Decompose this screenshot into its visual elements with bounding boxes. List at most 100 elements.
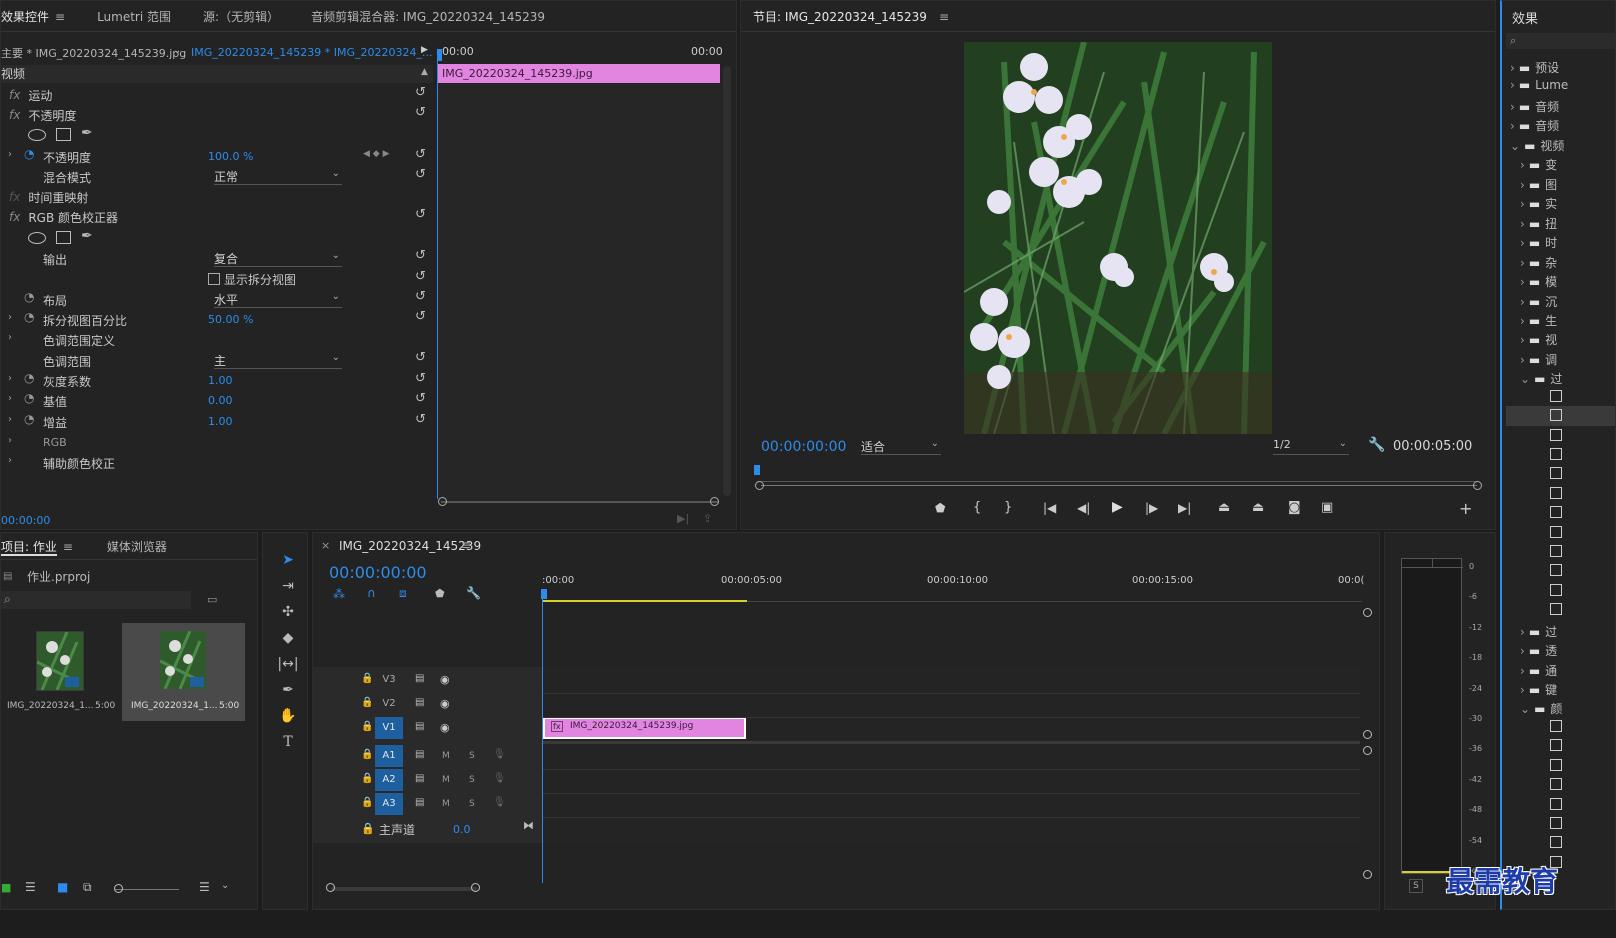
effect-preset-icon[interactable] (1550, 545, 1562, 557)
play-icon[interactable]: ▶ (1112, 499, 1123, 515)
selection-tool-icon[interactable]: ➤ (277, 549, 299, 571)
hscroll-handle-left[interactable] (326, 883, 335, 892)
stopwatch-icon[interactable]: ◔ (24, 371, 34, 385)
tab-source[interactable]: 源:（无剪辑） (191, 8, 291, 25)
add-marker-icon[interactable]: ⬟ (935, 501, 945, 515)
output-dropdown[interactable]: 复合 ⌄ (214, 250, 342, 267)
effects-folder-item[interactable]: ⌄ ▬ 过 (1520, 370, 1562, 387)
reset-icon[interactable]: ↺ (415, 412, 426, 427)
sync-lock-icon[interactable]: ▤ (415, 697, 424, 708)
program-scrub-ruler[interactable] (757, 467, 1477, 482)
chevron-right-icon[interactable]: › (8, 393, 12, 404)
lift-icon[interactable]: ⏏ (1218, 500, 1230, 515)
pen-mask-icon[interactable]: ✒ (81, 228, 93, 244)
effect-preset-icon[interactable] (1550, 720, 1562, 732)
effects-folder-item[interactable]: › ▬ 模 (1520, 273, 1557, 290)
lock-icon[interactable]: 🔒 (361, 673, 373, 684)
vertical-scroll-handle-bottom[interactable] (1363, 730, 1372, 739)
track-target-v3[interactable]: V3 (375, 669, 403, 691)
mute-button[interactable]: M (442, 751, 450, 761)
eye-icon[interactable]: ◉ (440, 721, 450, 734)
add-button-icon[interactable]: + (1459, 499, 1472, 518)
chevron-right-icon[interactable]: › (8, 312, 12, 323)
scroll-handle-left[interactable] (438, 497, 447, 506)
zoom-handle-left[interactable] (755, 481, 764, 490)
lock-icon[interactable]: ■ (1, 881, 11, 894)
effects-folder-item[interactable]: › ▬ 视 (1520, 331, 1557, 348)
effect-preset-icon[interactable] (1550, 759, 1562, 771)
solo-button[interactable]: S (469, 799, 475, 809)
effect-preset-icon[interactable] (1550, 836, 1562, 848)
icon-view-icon[interactable]: ■ (57, 880, 68, 894)
reset-icon[interactable]: ↺ (415, 207, 426, 222)
gamma-value[interactable]: 1.00 (208, 374, 233, 387)
horizontal-scrollbar[interactable] (331, 887, 477, 891)
rectangle-mask-icon[interactable] (56, 231, 71, 244)
settings-wrench-icon[interactable]: 🔧 (466, 586, 481, 600)
panel-menu-icon[interactable]: ≡ (939, 10, 949, 24)
reset-icon[interactable]: ↺ (415, 85, 426, 100)
tab-media-browser[interactable]: 媒体浏览器 (95, 538, 179, 555)
vertical-scroll-handle-top[interactable] (1363, 608, 1372, 617)
list-view-icon[interactable]: ☰ (25, 880, 36, 894)
effects-folder-item[interactable]: › ▬ 沉 (1520, 293, 1557, 310)
effects-folder-item[interactable]: › ▬ 预设 (1510, 59, 1559, 76)
split-view-checkbox[interactable] (208, 273, 220, 285)
razor-tool-icon[interactable]: ◆ (277, 627, 299, 649)
sequence-clip-selector[interactable]: IMG_20220324_145239 * IMG_20220324_... (191, 46, 432, 59)
effect-preset-icon[interactable] (1550, 798, 1562, 810)
export-icon[interactable]: ⇪ (703, 512, 712, 525)
effect-preset-icon[interactable] (1550, 564, 1562, 576)
zoom-slider[interactable] (115, 889, 179, 890)
type-tool-icon[interactable]: T (277, 731, 299, 753)
chevron-right-icon[interactable]: › (8, 435, 12, 446)
stopwatch-icon[interactable]: ◔ (24, 412, 34, 426)
chevron-right-icon[interactable]: › (8, 373, 12, 384)
eye-icon[interactable]: ◉ (440, 697, 450, 710)
effect-motion-row[interactable]: fx 运动 (9, 85, 52, 105)
pedestal-value[interactable]: 0.00 (208, 394, 233, 407)
rectangle-mask-icon[interactable] (56, 128, 71, 141)
effect-preset-icon[interactable] (1550, 467, 1562, 479)
project-search[interactable] (1, 591, 191, 609)
panel-menu-icon[interactable]: ≡ (63, 540, 73, 554)
fit-dropdown[interactable]: 适合 ⌄ (861, 438, 941, 455)
effect-preset-icon[interactable] (1550, 739, 1562, 751)
reset-icon[interactable]: ↺ (415, 105, 426, 120)
effect-preset-icon[interactable] (1550, 778, 1562, 790)
effect-preset-icon[interactable] (1550, 584, 1562, 596)
lock-icon[interactable]: 🔒 (361, 697, 373, 708)
sync-lock-icon[interactable]: ▤ (415, 773, 424, 784)
hand-tool-icon[interactable]: ✋ (277, 705, 299, 727)
wrench-icon[interactable]: 🔧 (1368, 437, 1385, 453)
effects-folder-item[interactable]: › ▬ 音频 (1510, 117, 1559, 134)
effects-folder-item[interactable]: ⌄ ▬ 视频 (1510, 137, 1564, 154)
reset-icon[interactable]: ↺ (415, 147, 426, 162)
chevron-right-icon[interactable]: › (8, 414, 12, 425)
source-clip-selector[interactable]: 主要 * IMG_20220324_145239.jpg (1, 45, 186, 61)
chevron-down-icon[interactable]: ⌄ (173, 45, 181, 56)
stopwatch-icon[interactable]: ◔ (24, 290, 34, 304)
step-back-icon[interactable]: ◀| (1077, 501, 1090, 515)
effects-folder-item[interactable]: › ▬ 图 (1520, 176, 1557, 193)
eye-icon[interactable]: ◉ (440, 673, 450, 686)
tab-program[interactable]: 节目: IMG_20220324_145239 ≡ (741, 8, 961, 25)
split-pct-value[interactable]: 50.00 % (208, 313, 253, 326)
chevron-right-icon[interactable]: › (8, 332, 12, 343)
reset-icon[interactable]: ↺ (415, 350, 426, 365)
layout-dropdown[interactable]: 水平 ⌄ (214, 291, 342, 308)
nest-icon[interactable]: ⧈ (399, 586, 407, 601)
scroll-handle-right[interactable] (710, 497, 719, 506)
effects-folder-item[interactable]: › ▬ 音频 (1510, 98, 1559, 115)
ellipse-mask-icon[interactable] (28, 232, 46, 244)
gain-value[interactable]: 1.00 (208, 415, 233, 428)
effect-opacity-row[interactable]: fx 不透明度 (9, 105, 76, 125)
freeform-view-icon[interactable]: ⧉ (83, 880, 92, 895)
filter-icon[interactable]: ▶| (677, 512, 689, 525)
lock-icon[interactable]: 🔒 (361, 773, 373, 784)
extract-icon[interactable]: ⏏ (1252, 500, 1264, 515)
ripple-edit-tool-icon[interactable]: ✣ (277, 601, 299, 623)
microphone-icon[interactable]: 🎙 (493, 749, 506, 760)
solo-button[interactable]: S (469, 751, 475, 761)
compare-icon[interactable]: ▣ (1321, 500, 1333, 515)
